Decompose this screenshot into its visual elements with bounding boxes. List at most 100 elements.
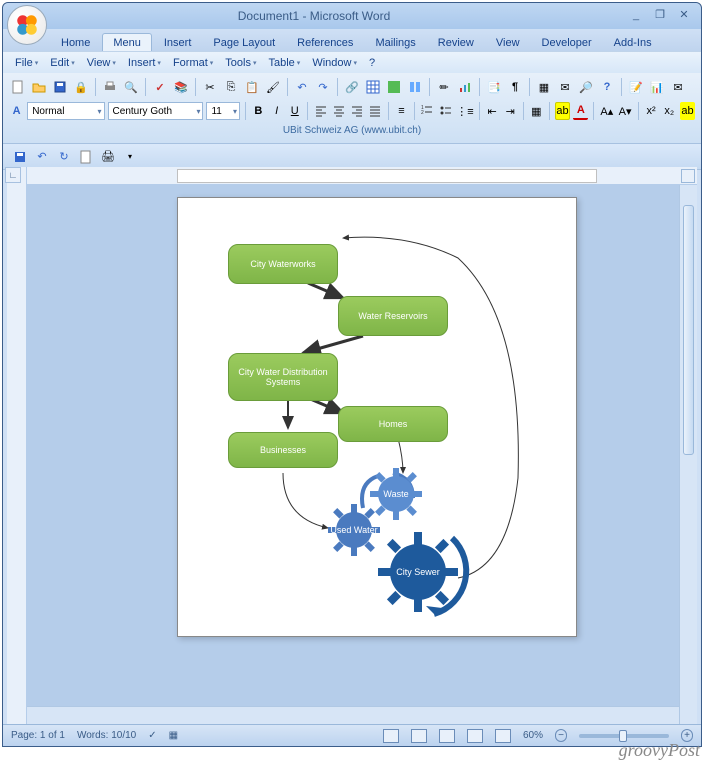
- vertical-scrollbar[interactable]: [679, 185, 697, 724]
- new-icon[interactable]: [9, 78, 27, 96]
- open-icon[interactable]: [30, 78, 48, 96]
- style-combo[interactable]: Normal: [27, 102, 104, 120]
- box-reservoirs[interactable]: Water Reservoirs: [338, 296, 448, 336]
- qat-more-icon[interactable]: ▾: [121, 148, 139, 166]
- sub-icon[interactable]: x₂: [662, 102, 677, 120]
- copy-icon[interactable]: ⎘: [222, 78, 240, 96]
- permissions-icon[interactable]: 🔒: [72, 78, 90, 96]
- extra1-icon[interactable]: 📊: [648, 78, 666, 96]
- insert-excel-icon[interactable]: [385, 78, 403, 96]
- align-left-icon[interactable]: [313, 102, 328, 120]
- underline-button[interactable]: U: [287, 102, 302, 120]
- align-right-icon[interactable]: [350, 102, 365, 120]
- link-icon[interactable]: 🔗: [343, 78, 361, 96]
- minimize-button[interactable]: _: [625, 8, 647, 24]
- tab-mailings[interactable]: Mailings: [365, 34, 425, 51]
- columns-icon[interactable]: [406, 78, 424, 96]
- painter-icon[interactable]: 🖌: [264, 78, 282, 96]
- chart-icon[interactable]: [456, 78, 474, 96]
- envelope-icon[interactable]: ✉: [556, 78, 574, 96]
- qat-undo-icon[interactable]: ↶: [33, 148, 51, 166]
- drawing-icon[interactable]: ✏: [435, 78, 453, 96]
- select-icon[interactable]: ab: [680, 102, 695, 120]
- feedback-icon[interactable]: 📝: [627, 78, 645, 96]
- status-words[interactable]: Words: 10/10: [77, 730, 136, 741]
- zoom-out-button[interactable]: −: [555, 729, 567, 742]
- save-icon[interactable]: [51, 78, 69, 96]
- close-button[interactable]: ✕: [673, 8, 695, 24]
- spacing-icon[interactable]: ≡: [394, 102, 409, 120]
- view-web[interactable]: [439, 729, 455, 743]
- font-color-icon[interactable]: A: [573, 102, 588, 120]
- status-proof-icon[interactable]: ✓: [148, 730, 156, 741]
- office-button[interactable]: [7, 5, 47, 45]
- cut-icon[interactable]: ✂: [201, 78, 219, 96]
- tab-references[interactable]: References: [287, 34, 363, 51]
- tab-view[interactable]: View: [486, 34, 530, 51]
- qat-new-icon[interactable]: [77, 148, 95, 166]
- qat-save-icon[interactable]: [11, 148, 29, 166]
- grow-font-icon[interactable]: A▴: [599, 102, 614, 120]
- borders-icon[interactable]: ▦: [529, 102, 544, 120]
- ruler-toggle[interactable]: [681, 169, 695, 183]
- help-icon[interactable]: ?: [598, 78, 616, 96]
- spell-icon[interactable]: ✓: [151, 78, 169, 96]
- undo-icon[interactable]: ↶: [293, 78, 311, 96]
- qat-redo-icon[interactable]: ↻: [55, 148, 73, 166]
- status-page[interactable]: Page: 1 of 1: [11, 730, 65, 741]
- horizontal-scrollbar[interactable]: [27, 706, 679, 724]
- menu-help[interactable]: ?: [365, 55, 379, 71]
- super-icon[interactable]: x²: [643, 102, 658, 120]
- table-icon[interactable]: [364, 78, 382, 96]
- tab-menu[interactable]: Menu: [102, 33, 152, 51]
- highlight-icon[interactable]: ab: [555, 102, 571, 120]
- styles-icon[interactable]: A: [9, 102, 24, 120]
- showhide-icon[interactable]: ¶: [506, 78, 524, 96]
- docmap-icon[interactable]: 📑: [485, 78, 503, 96]
- tab-developer[interactable]: Developer: [532, 34, 602, 51]
- tab-addins[interactable]: Add-Ins: [604, 34, 662, 51]
- print-icon[interactable]: [101, 78, 119, 96]
- dec-indent-icon[interactable]: ⇤: [484, 102, 499, 120]
- shrink-font-icon[interactable]: A▾: [617, 102, 632, 120]
- menu-file[interactable]: File▾: [11, 55, 42, 71]
- preview-icon[interactable]: 🔍: [122, 78, 140, 96]
- align-center-icon[interactable]: [331, 102, 346, 120]
- view-fullscreen[interactable]: [411, 729, 427, 743]
- tab-review[interactable]: Review: [428, 34, 484, 51]
- box-homes[interactable]: Homes: [338, 406, 448, 442]
- status-macro-icon[interactable]: ▦: [169, 730, 178, 741]
- numbering-icon[interactable]: 12: [420, 102, 435, 120]
- document-canvas[interactable]: City Waterworks Water Reservoirs City Wa…: [27, 185, 697, 724]
- align-justify-icon[interactable]: [368, 102, 383, 120]
- menu-view[interactable]: View▾: [83, 55, 120, 71]
- size-combo[interactable]: 11: [206, 102, 240, 120]
- tab-selector[interactable]: ∟: [5, 167, 21, 183]
- extra2-icon[interactable]: ✉: [669, 78, 687, 96]
- zoom-level[interactable]: 60%: [523, 730, 543, 741]
- redo-icon[interactable]: ↷: [314, 78, 332, 96]
- border-icon[interactable]: ▦: [535, 78, 553, 96]
- menu-edit[interactable]: Edit▾: [46, 55, 78, 71]
- restore-button[interactable]: ❐: [649, 8, 671, 24]
- menu-window[interactable]: Window▾: [308, 55, 361, 71]
- zoom-slider[interactable]: [579, 734, 669, 738]
- paste-icon[interactable]: 📋: [243, 78, 261, 96]
- qat-print-icon[interactable]: 🖨: [99, 148, 117, 166]
- menu-format[interactable]: Format▾: [169, 55, 217, 71]
- multilevel-icon[interactable]: ⋮≡: [456, 102, 473, 120]
- view-outline[interactable]: [467, 729, 483, 743]
- tab-page-layout[interactable]: Page Layout: [203, 34, 285, 51]
- tab-home[interactable]: Home: [51, 34, 100, 51]
- research-icon[interactable]: 📚: [172, 78, 190, 96]
- box-businesses[interactable]: Businesses: [228, 432, 338, 468]
- bullets-icon[interactable]: [438, 102, 453, 120]
- menu-table[interactable]: Table▾: [265, 55, 305, 71]
- inc-indent-icon[interactable]: ⇥: [503, 102, 518, 120]
- zoom-icon[interactable]: 🔎: [577, 78, 595, 96]
- menu-insert[interactable]: Insert▾: [124, 55, 165, 71]
- italic-button[interactable]: I: [269, 102, 284, 120]
- tab-insert[interactable]: Insert: [154, 34, 202, 51]
- font-combo[interactable]: Century Goth: [108, 102, 204, 120]
- box-waterworks[interactable]: City Waterworks: [228, 244, 338, 284]
